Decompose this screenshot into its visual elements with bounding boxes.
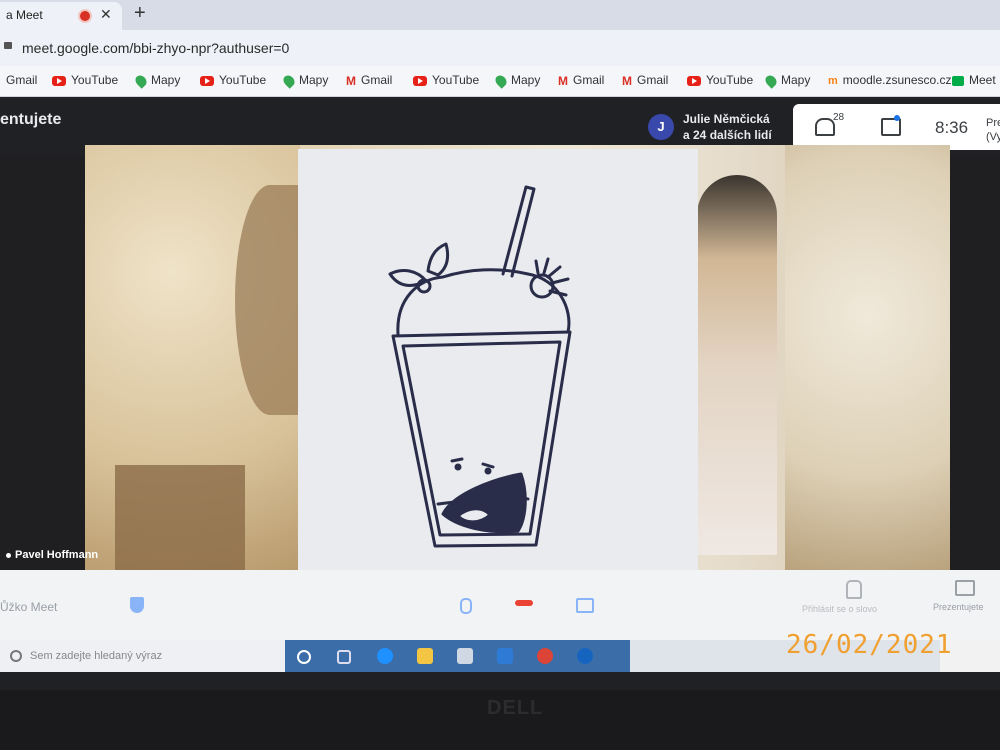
bookmark-label: YouTube [432, 73, 480, 87]
bookmark-youtube[interactable]: YouTube [687, 73, 753, 87]
folder-icon[interactable] [417, 648, 433, 664]
mail-icon[interactable] [497, 648, 513, 664]
url-text[interactable]: meet.google.com/bbi-zhyo-npr?authuser=0 [22, 40, 289, 56]
bookmark-label: YouTube [71, 73, 119, 87]
taskbar-search[interactable]: Sem zadejte hledaný výraz [0, 640, 285, 672]
drawing-smoothie-icon [388, 185, 572, 548]
stage-margin-left [0, 155, 85, 570]
side-label-line: Pre [986, 117, 1000, 129]
wall-right [785, 145, 950, 570]
chat-notification-dot [894, 115, 900, 121]
bookmark-label: moodle.zsunesco.cz [842, 73, 952, 87]
bookmark-gmail[interactable]: M Gmail [346, 73, 392, 88]
end-call-icon[interactable] [515, 600, 533, 606]
browser-tab-bar: a Meet ✕ + [0, 0, 1000, 30]
presenting-side-label: Pre (Vy [986, 116, 1000, 144]
participant-tile-name: Pavel Hoffmann [6, 549, 98, 561]
hand-shadow [235, 185, 305, 415]
person-silhouette [697, 175, 777, 555]
present-icon[interactable] [955, 580, 975, 596]
bookmark-youtube[interactable]: YouTube [52, 73, 118, 87]
moodle-icon: m [828, 74, 838, 87]
meet-side-panel: 28 8:36 Pre (Vy [793, 104, 1000, 150]
search-input[interactable]: Sem zadejte hledaný výraz [30, 650, 162, 662]
bookmark-gmail[interactable]: M Gmail [558, 73, 604, 88]
participants-count: 28 [833, 112, 845, 123]
bookmark-label: Mapy [511, 73, 541, 87]
people-icon[interactable] [815, 118, 835, 136]
raise-hand-icon[interactable] [846, 580, 862, 599]
bookmark-meet[interactable]: Meet [952, 73, 996, 87]
bookmark-youtube[interactable]: YouTube [413, 73, 479, 87]
ie-icon[interactable] [577, 648, 593, 664]
present-label: Prezentujete [933, 602, 984, 612]
task-view-icon[interactable] [337, 650, 351, 664]
microphone-icon[interactable] [460, 598, 472, 614]
close-icon[interactable]: ✕ [100, 6, 112, 23]
bookmark-gmail[interactable]: Gmail [6, 73, 37, 87]
gmail-icon: M [622, 73, 632, 88]
video-feed [85, 145, 950, 570]
bookmark-mapy[interactable]: Mapy [133, 73, 181, 89]
clock: 8:36 [935, 118, 969, 137]
raise-hand-label: Přihlásit se o slovo [802, 604, 878, 614]
bookmark-label: YouTube [706, 73, 754, 87]
side-label-line: (Vy [986, 131, 1000, 143]
stage-margin-right [950, 155, 1000, 570]
gmail-icon: M [558, 73, 568, 88]
furniture [115, 465, 245, 570]
bookmark-youtube[interactable]: YouTube [200, 73, 266, 87]
taskbar-apps [285, 640, 630, 672]
lock-icon [4, 42, 12, 49]
bookmark-moodle[interactable]: m moodle.zsunesco.cz [828, 73, 952, 87]
bookmark-gmail[interactable]: M Gmail [622, 73, 668, 88]
cortana-icon[interactable] [297, 650, 311, 664]
search-icon [10, 650, 22, 662]
shield-icon[interactable] [130, 597, 144, 613]
maps-icon [281, 73, 297, 89]
avatar: J [648, 114, 674, 140]
drawing-paper [298, 149, 698, 570]
bookmark-label: Meet [969, 73, 996, 87]
maps-icon [763, 73, 779, 89]
youtube-icon [413, 75, 427, 86]
presenting-title: entujete [0, 111, 62, 128]
bookmark-label: Mapy [299, 73, 329, 87]
bookmark-label: Gmail [573, 73, 605, 87]
bookmark-label: Gmail [6, 73, 38, 87]
edge-icon[interactable] [377, 648, 393, 664]
maps-icon [493, 73, 509, 89]
youtube-icon [200, 75, 214, 86]
youtube-icon [52, 75, 66, 86]
presenter-name: Julie Němčická [683, 112, 770, 126]
bookmark-mapy[interactable]: Mapy [493, 73, 541, 89]
bookmark-label: Gmail [361, 73, 393, 87]
tab-title: a Meet [6, 8, 43, 22]
address-bar[interactable]: meet.google.com/bbi-zhyo-npr?authuser=0 [0, 30, 1000, 66]
meeting-details-button[interactable]: Ůžko Meet [0, 600, 57, 614]
bookmark-label: Gmail [637, 73, 669, 87]
bookmarks-bar: Gmail YouTube Mapy YouTube Mapy M Gmail Y… [0, 66, 1000, 97]
youtube-icon [687, 75, 701, 86]
bookmark-mapy[interactable]: Mapy [281, 73, 329, 89]
chrome-icon[interactable] [537, 648, 553, 664]
monitor-screen: a Meet ✕ + meet.google.com/bbi-zhyo-npr?… [0, 0, 1000, 690]
bookmark-label: YouTube [219, 73, 267, 87]
gmail-icon: M [346, 73, 356, 88]
browser-tab-meet[interactable]: a Meet ✕ [0, 2, 122, 30]
new-tab-button[interactable]: + [134, 2, 146, 25]
bookmark-label: Mapy [151, 73, 181, 87]
meet-icon [952, 75, 964, 86]
camera-icon[interactable] [576, 598, 594, 613]
bookmark-label: Mapy [781, 73, 811, 87]
bookmark-mapy[interactable]: Mapy [763, 73, 811, 89]
monitor-logo: DELL [487, 697, 544, 719]
presenter-more: a 24 dalších lidí [683, 128, 772, 142]
maps-icon [133, 73, 149, 89]
store-icon[interactable] [457, 648, 473, 664]
recording-icon [80, 11, 90, 21]
camera-date-stamp: 26/02/2021 [786, 630, 953, 660]
